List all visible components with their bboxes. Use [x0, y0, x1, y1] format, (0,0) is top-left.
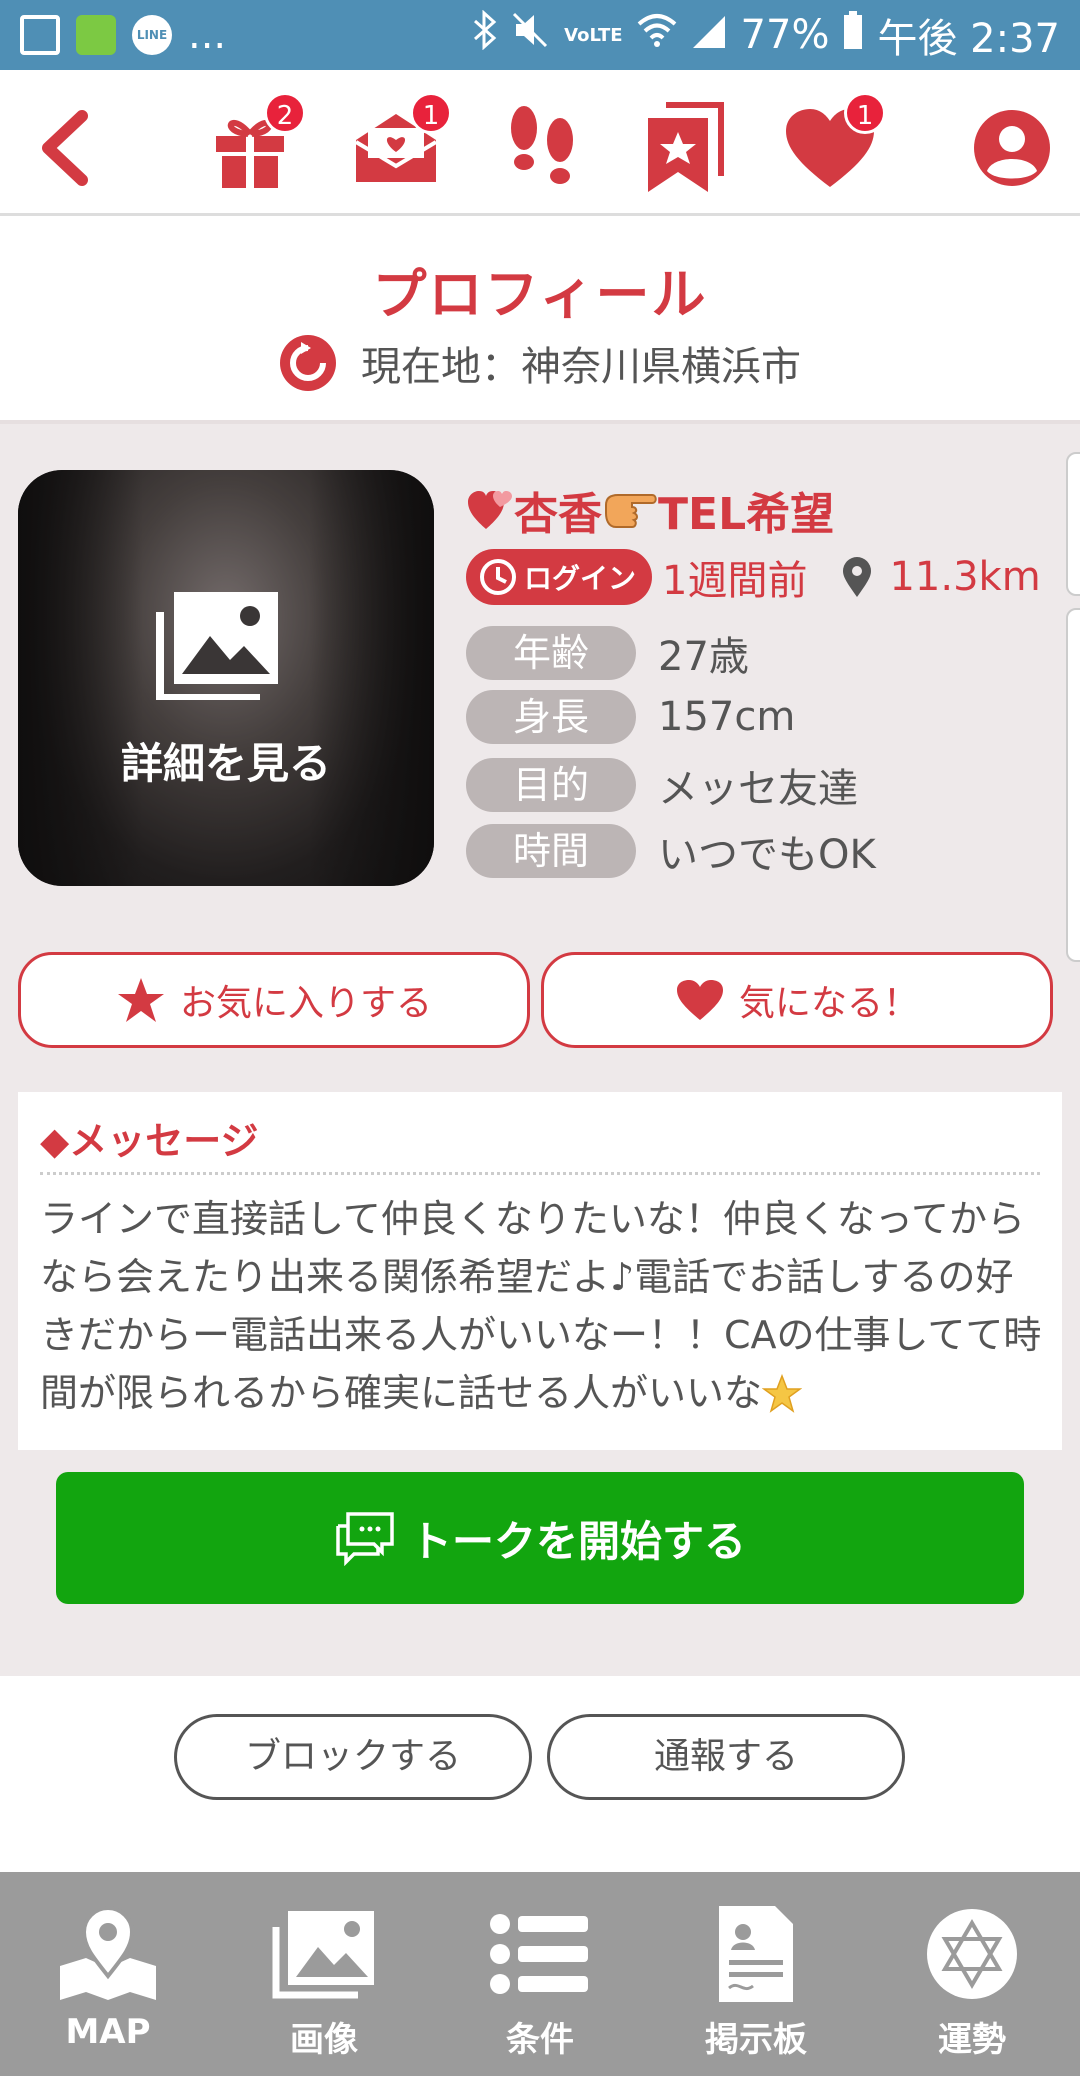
last-login: 1週間前 [662, 558, 808, 604]
hearts-icon [468, 491, 512, 529]
time-value: いつでもOK [658, 832, 876, 878]
more-notifications: ... [188, 12, 227, 58]
nav-fortune[interactable]: 運勢 [864, 1872, 1080, 2076]
nav-map-label: MAP [65, 2012, 151, 2052]
height-label: 身長 [466, 690, 636, 744]
age-value: 27歳 [658, 634, 749, 680]
location-pin-icon [843, 557, 872, 597]
bluetooth-icon [472, 9, 498, 60]
chevron-left-icon [42, 110, 88, 186]
mail-badge: 1 [410, 92, 452, 134]
message-body-wrap: ラインで直接話して仲良くなりたいな！仲良くなってからなら会えたり出来る関係希望だ… [40, 1190, 1050, 1422]
bookmark-star-icon [648, 102, 724, 192]
interested-label: 気になる！ [738, 983, 919, 1024]
info-row-age: 年齢 27歳 [466, 624, 749, 682]
profile-name-line: 杏香 TEL希望 [466, 478, 834, 542]
nav-map[interactable]: MAP [0, 1872, 216, 2076]
start-talk-label: トークを開始する [409, 1516, 746, 1566]
heart-icon [676, 980, 723, 1020]
gift-button[interactable]: 2 [200, 92, 306, 198]
login-pill: ログイン [466, 549, 653, 605]
start-talk-button[interactable]: トークを開始する [56, 1472, 1024, 1604]
bottom-nav: MAP 画像 条件 掲示板 運勢 [0, 1872, 1080, 2076]
chat-icon [336, 1512, 394, 1566]
top-nav: 2 1 1 [0, 70, 1080, 216]
info-row-height: 身長 157cm [466, 690, 795, 744]
nav-board-label: 掲示板 [705, 2020, 807, 2060]
nav-fortune-label: 運勢 [938, 2020, 1006, 2060]
view-details-label: 詳細を見る [120, 739, 331, 788]
report-button[interactable]: 通報する [547, 1714, 905, 1800]
mail-button[interactable]: 1 [346, 92, 452, 198]
account-button[interactable] [962, 98, 1062, 198]
nav-images[interactable]: 画像 [216, 1872, 432, 2076]
message-title: ◆メッセージ [40, 1119, 259, 1163]
favorite-label: お気に入りする [179, 983, 432, 1024]
divider [40, 1172, 1040, 1175]
location-row: 現在地：神奈川県横浜市 [0, 334, 1080, 392]
profile-photo[interactable]: 詳細を見る [18, 470, 434, 886]
gift-badge: 2 [264, 92, 306, 134]
star-icon [117, 978, 164, 1022]
user-icon [974, 110, 1050, 186]
signal-icon [691, 12, 727, 58]
profile-name-suffix: TEL希望 [658, 489, 835, 540]
gallery-notification-icon [20, 15, 60, 55]
like-badge: 1 [844, 92, 886, 134]
age-label: 年齢 [466, 626, 636, 680]
login-status-line: ログイン 1週間前 11.3km [466, 548, 1041, 606]
image-icon [272, 1911, 374, 1999]
nav-conditions-label: 条件 [506, 2020, 574, 2060]
purpose-value: メッセ友達 [658, 766, 858, 812]
footprints-button[interactable] [492, 98, 592, 198]
distance: 11.3km [889, 554, 1041, 600]
back-button[interactable] [14, 98, 114, 198]
battery-icon [843, 11, 863, 59]
footprints-icon [511, 106, 573, 184]
side-tab-lower[interactable] [1066, 608, 1080, 962]
lower-area: ブロックする 通報する [0, 1676, 1080, 1872]
mute-icon [512, 10, 550, 60]
bookmark-button[interactable] [634, 98, 734, 198]
clock: 午後 2:37 [877, 16, 1060, 62]
list-icon [490, 1914, 588, 1994]
app-notification-icon [76, 15, 116, 55]
refresh-icon[interactable] [279, 334, 337, 392]
image-icon [156, 592, 278, 700]
battery-percent: 77% [740, 12, 830, 58]
page-title: プロフィール [372, 263, 708, 326]
clock-icon [480, 559, 516, 595]
status-bar: LINE ... VoLTE 77% 午後 2:37 [0, 0, 1080, 70]
height-value: 157cm [658, 694, 796, 740]
pointing-hand-icon [605, 494, 657, 528]
sparkle-star-icon [761, 1373, 803, 1413]
info-row-purpose: 目的 メッセ友達 [466, 756, 858, 814]
title-area: プロフィール 現在地：神奈川県横浜市 [0, 216, 1080, 424]
volte-icon: VoLTE [564, 24, 623, 46]
message-box: ◆メッセージ ラインで直接話して仲良くなりたいな！仲良くなってからなら会えたり出… [18, 1092, 1062, 1450]
purpose-label: 目的 [466, 758, 636, 812]
line-notification-icon: LINE [132, 15, 172, 55]
star-of-david-icon [927, 1909, 1017, 1999]
time-label: 時間 [466, 824, 636, 878]
message-body: ラインで直接話して仲良くなりたいな！仲良くなってからなら会えたり出来る関係希望だ… [40, 1197, 1042, 1415]
board-icon [719, 1906, 793, 2002]
interested-button[interactable]: 気になる！ [541, 952, 1053, 1048]
current-location: 現在地：神奈川県横浜市 [361, 344, 801, 390]
nav-conditions[interactable]: 条件 [432, 1872, 648, 2076]
map-pin-icon [60, 1906, 156, 2000]
block-button[interactable]: ブロックする [174, 1714, 532, 1800]
like-button[interactable]: 1 [780, 92, 886, 198]
login-label: ログイン [524, 562, 637, 595]
wifi-icon [637, 12, 677, 58]
favorite-button[interactable]: お気に入りする [18, 952, 530, 1048]
nav-board[interactable]: 掲示板 [648, 1872, 864, 2076]
info-row-time: 時間 いつでもOK [466, 822, 876, 880]
profile-name: 杏香 [514, 489, 602, 540]
side-tab-upper[interactable] [1066, 452, 1080, 596]
nav-images-label: 画像 [290, 2020, 358, 2060]
